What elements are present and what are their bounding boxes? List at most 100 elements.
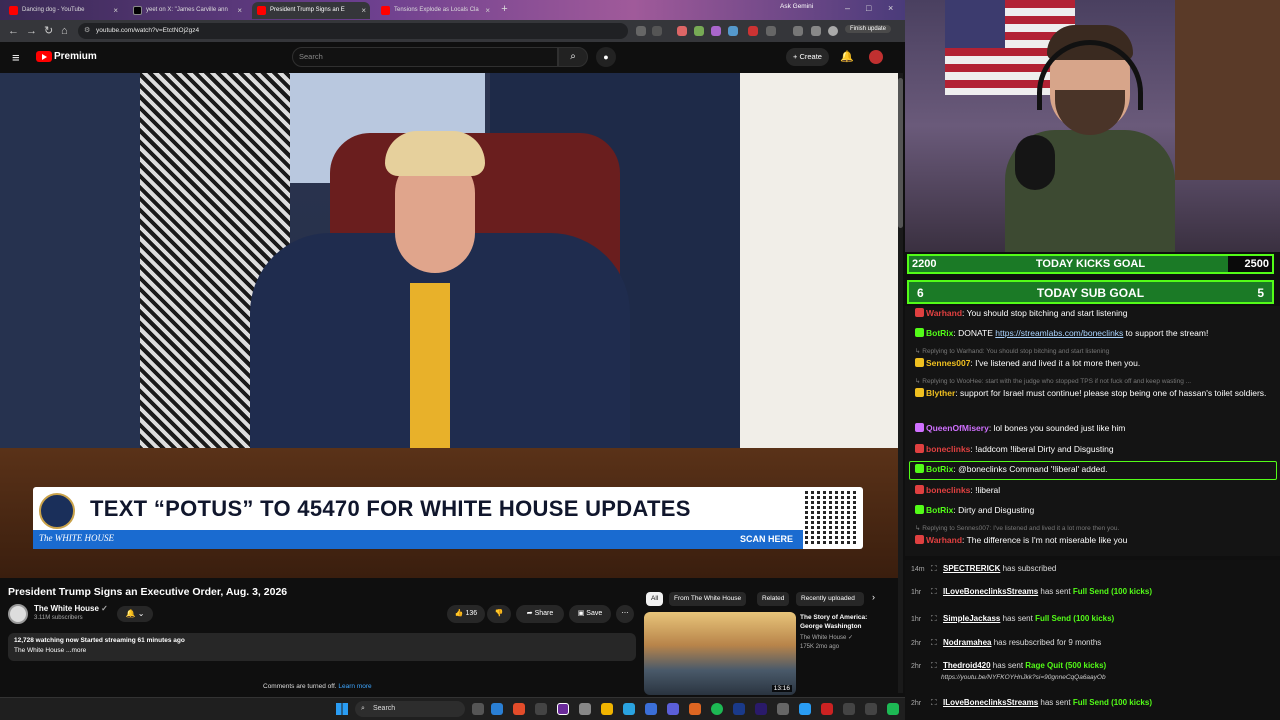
related-video-thumbnail[interactable]: 13:16 (644, 612, 796, 695)
channel-name[interactable]: The White House ✓ (34, 604, 108, 613)
event-username[interactable]: Nodramahea (943, 638, 991, 647)
spotify-icon[interactable] (711, 703, 723, 715)
file-explorer-icon[interactable] (601, 703, 613, 715)
channel-avatar[interactable] (8, 604, 28, 624)
tab-dancing-dog[interactable]: Dancing dog - YouTube × (4, 2, 122, 19)
notifications-bell-icon[interactable]: 🔔 (840, 50, 854, 63)
chip-from-white-house[interactable]: From The White House (669, 592, 747, 606)
chat-username[interactable]: Warhand (926, 308, 962, 318)
app-icon[interactable] (535, 703, 547, 715)
microphone-icon[interactable]: ● (596, 47, 616, 67)
chevron-right-icon[interactable]: › (872, 592, 875, 602)
app-icon[interactable] (689, 703, 701, 715)
search-input[interactable]: Search (292, 47, 558, 67)
app-icon[interactable] (887, 703, 899, 715)
app-icon[interactable] (645, 703, 657, 715)
like-button[interactable]: 👍 136 (447, 605, 485, 623)
tab-president-trump[interactable]: President Trump Signs an E × (252, 2, 370, 19)
tab-x-post[interactable]: yeet on X: "James Carville ann × (128, 2, 246, 19)
extension-icon[interactable] (677, 26, 687, 36)
close-icon[interactable]: × (237, 2, 242, 19)
app-icon[interactable] (843, 703, 855, 715)
chip-recently-uploaded[interactable]: Recently uploaded (796, 592, 864, 606)
chat-username[interactable]: Sennes007 (926, 358, 970, 368)
home-icon[interactable]: ⌂ (61, 24, 68, 38)
close-icon[interactable]: × (113, 2, 118, 19)
chat-username[interactable]: Warhand (926, 535, 962, 545)
extensions-puzzle-icon[interactable] (766, 26, 776, 36)
app-icon[interactable] (491, 703, 503, 715)
minimize-icon[interactable]: – (845, 3, 850, 13)
description-text[interactable]: The White House ...more (14, 647, 630, 654)
chrome-icon[interactable] (513, 703, 525, 715)
finish-update-button[interactable]: Finish update (845, 25, 892, 33)
chat-username[interactable]: Blyther (926, 388, 955, 398)
reload-icon[interactable]: ↻ (44, 24, 53, 38)
subscription-bell-button[interactable]: 🔔 ⌄ (117, 606, 153, 622)
tab-tensions[interactable]: Tensions Explode as Locals Cla × (376, 2, 494, 19)
task-view-icon[interactable] (472, 703, 484, 715)
back-icon[interactable]: ← (8, 24, 19, 38)
youtube-logo-icon[interactable] (36, 51, 52, 62)
taskbar-search-input[interactable]: ⌕ Search (355, 701, 465, 717)
video-player[interactable]: TEXT “POTUS” TO 45470 FOR WHITE HOUSE UP… (0, 73, 900, 578)
app-icon[interactable] (579, 703, 591, 715)
account-avatar[interactable] (869, 50, 883, 64)
app-icon[interactable] (821, 703, 833, 715)
extension-icon[interactable] (711, 26, 721, 36)
dislike-button[interactable]: 👎 (487, 605, 511, 623)
description-box[interactable]: 12,728 watching now Started streaming 61… (8, 633, 636, 661)
save-button[interactable]: ▣ Save (569, 605, 611, 623)
chat-username[interactable]: QueenOfMisery (926, 423, 989, 433)
downloads-icon[interactable] (793, 26, 803, 36)
close-icon[interactable]: × (361, 2, 366, 19)
bookmark-star-icon[interactable] (652, 26, 662, 36)
chat-username[interactable]: boneclinks (926, 444, 970, 454)
search-icon[interactable]: ⌕ (558, 47, 588, 67)
extension-icon[interactable] (748, 26, 758, 36)
app-icon[interactable] (557, 703, 569, 715)
app-icon[interactable] (799, 703, 811, 715)
app-icon[interactable] (733, 703, 745, 715)
app-icon[interactable] (777, 703, 789, 715)
app-icon[interactable] (755, 703, 767, 715)
chat-username[interactable]: BotRix (926, 328, 953, 338)
sidebar-icon[interactable] (811, 26, 821, 36)
windows-start-icon[interactable] (336, 703, 348, 715)
cast-icon[interactable] (636, 26, 646, 36)
app-icon[interactable] (667, 703, 679, 715)
extension-icon[interactable] (694, 26, 704, 36)
forward-icon[interactable]: → (26, 24, 37, 38)
ask-gemini-button[interactable]: Ask Gemini (780, 3, 813, 10)
close-icon[interactable]: × (485, 2, 490, 19)
profile-avatar-icon[interactable] (828, 26, 838, 36)
chat-username[interactable]: boneclinks (926, 485, 970, 495)
new-tab-button[interactable]: + (498, 3, 511, 16)
create-button[interactable]: + Create (786, 48, 829, 66)
scrollbar-thumb[interactable] (898, 78, 903, 228)
event-username[interactable]: SimpleJackass (943, 614, 1000, 623)
site-info-icon[interactable]: ⚙ (84, 23, 90, 39)
event-username[interactable]: SPECTRERICK (943, 564, 1000, 573)
chip-related[interactable]: Related (757, 592, 790, 606)
menu-icon[interactable]: ≡ (12, 50, 20, 65)
app-icon[interactable] (865, 703, 877, 715)
address-input[interactable]: ⚙ youtube.com/watch?v=EtctNOj2gz4 (78, 23, 628, 39)
chip-all[interactable]: All (646, 592, 664, 606)
chat-username[interactable]: BotRix (926, 505, 953, 515)
extension-icon[interactable] (728, 26, 738, 36)
close-window-icon[interactable]: × (888, 3, 893, 13)
event-username[interactable]: ILoveBoneclinksStreams (943, 698, 1038, 707)
more-actions-button[interactable]: ⋯ (616, 605, 634, 623)
learn-more-link[interactable]: Learn more (338, 683, 371, 690)
chat-link[interactable]: https://streamlabs.com/boneclinks (995, 328, 1123, 338)
maximize-icon[interactable]: □ (866, 3, 871, 13)
event-username[interactable]: Thedroid420 (943, 661, 991, 670)
event-username[interactable]: ILoveBoneclinksStreams (943, 587, 1038, 596)
related-video-channel[interactable]: The White House ✓ (800, 634, 853, 641)
youtube-premium-logo[interactable]: Premium (54, 51, 97, 62)
share-button[interactable]: ➦ Share (516, 605, 564, 623)
related-video-title[interactable]: The Story of America: George Washington (800, 613, 890, 631)
event-link[interactable]: https://youtu.be/NYFKOYHnJkk?si=90gnneCq… (941, 673, 1106, 683)
app-icon[interactable] (623, 703, 635, 715)
